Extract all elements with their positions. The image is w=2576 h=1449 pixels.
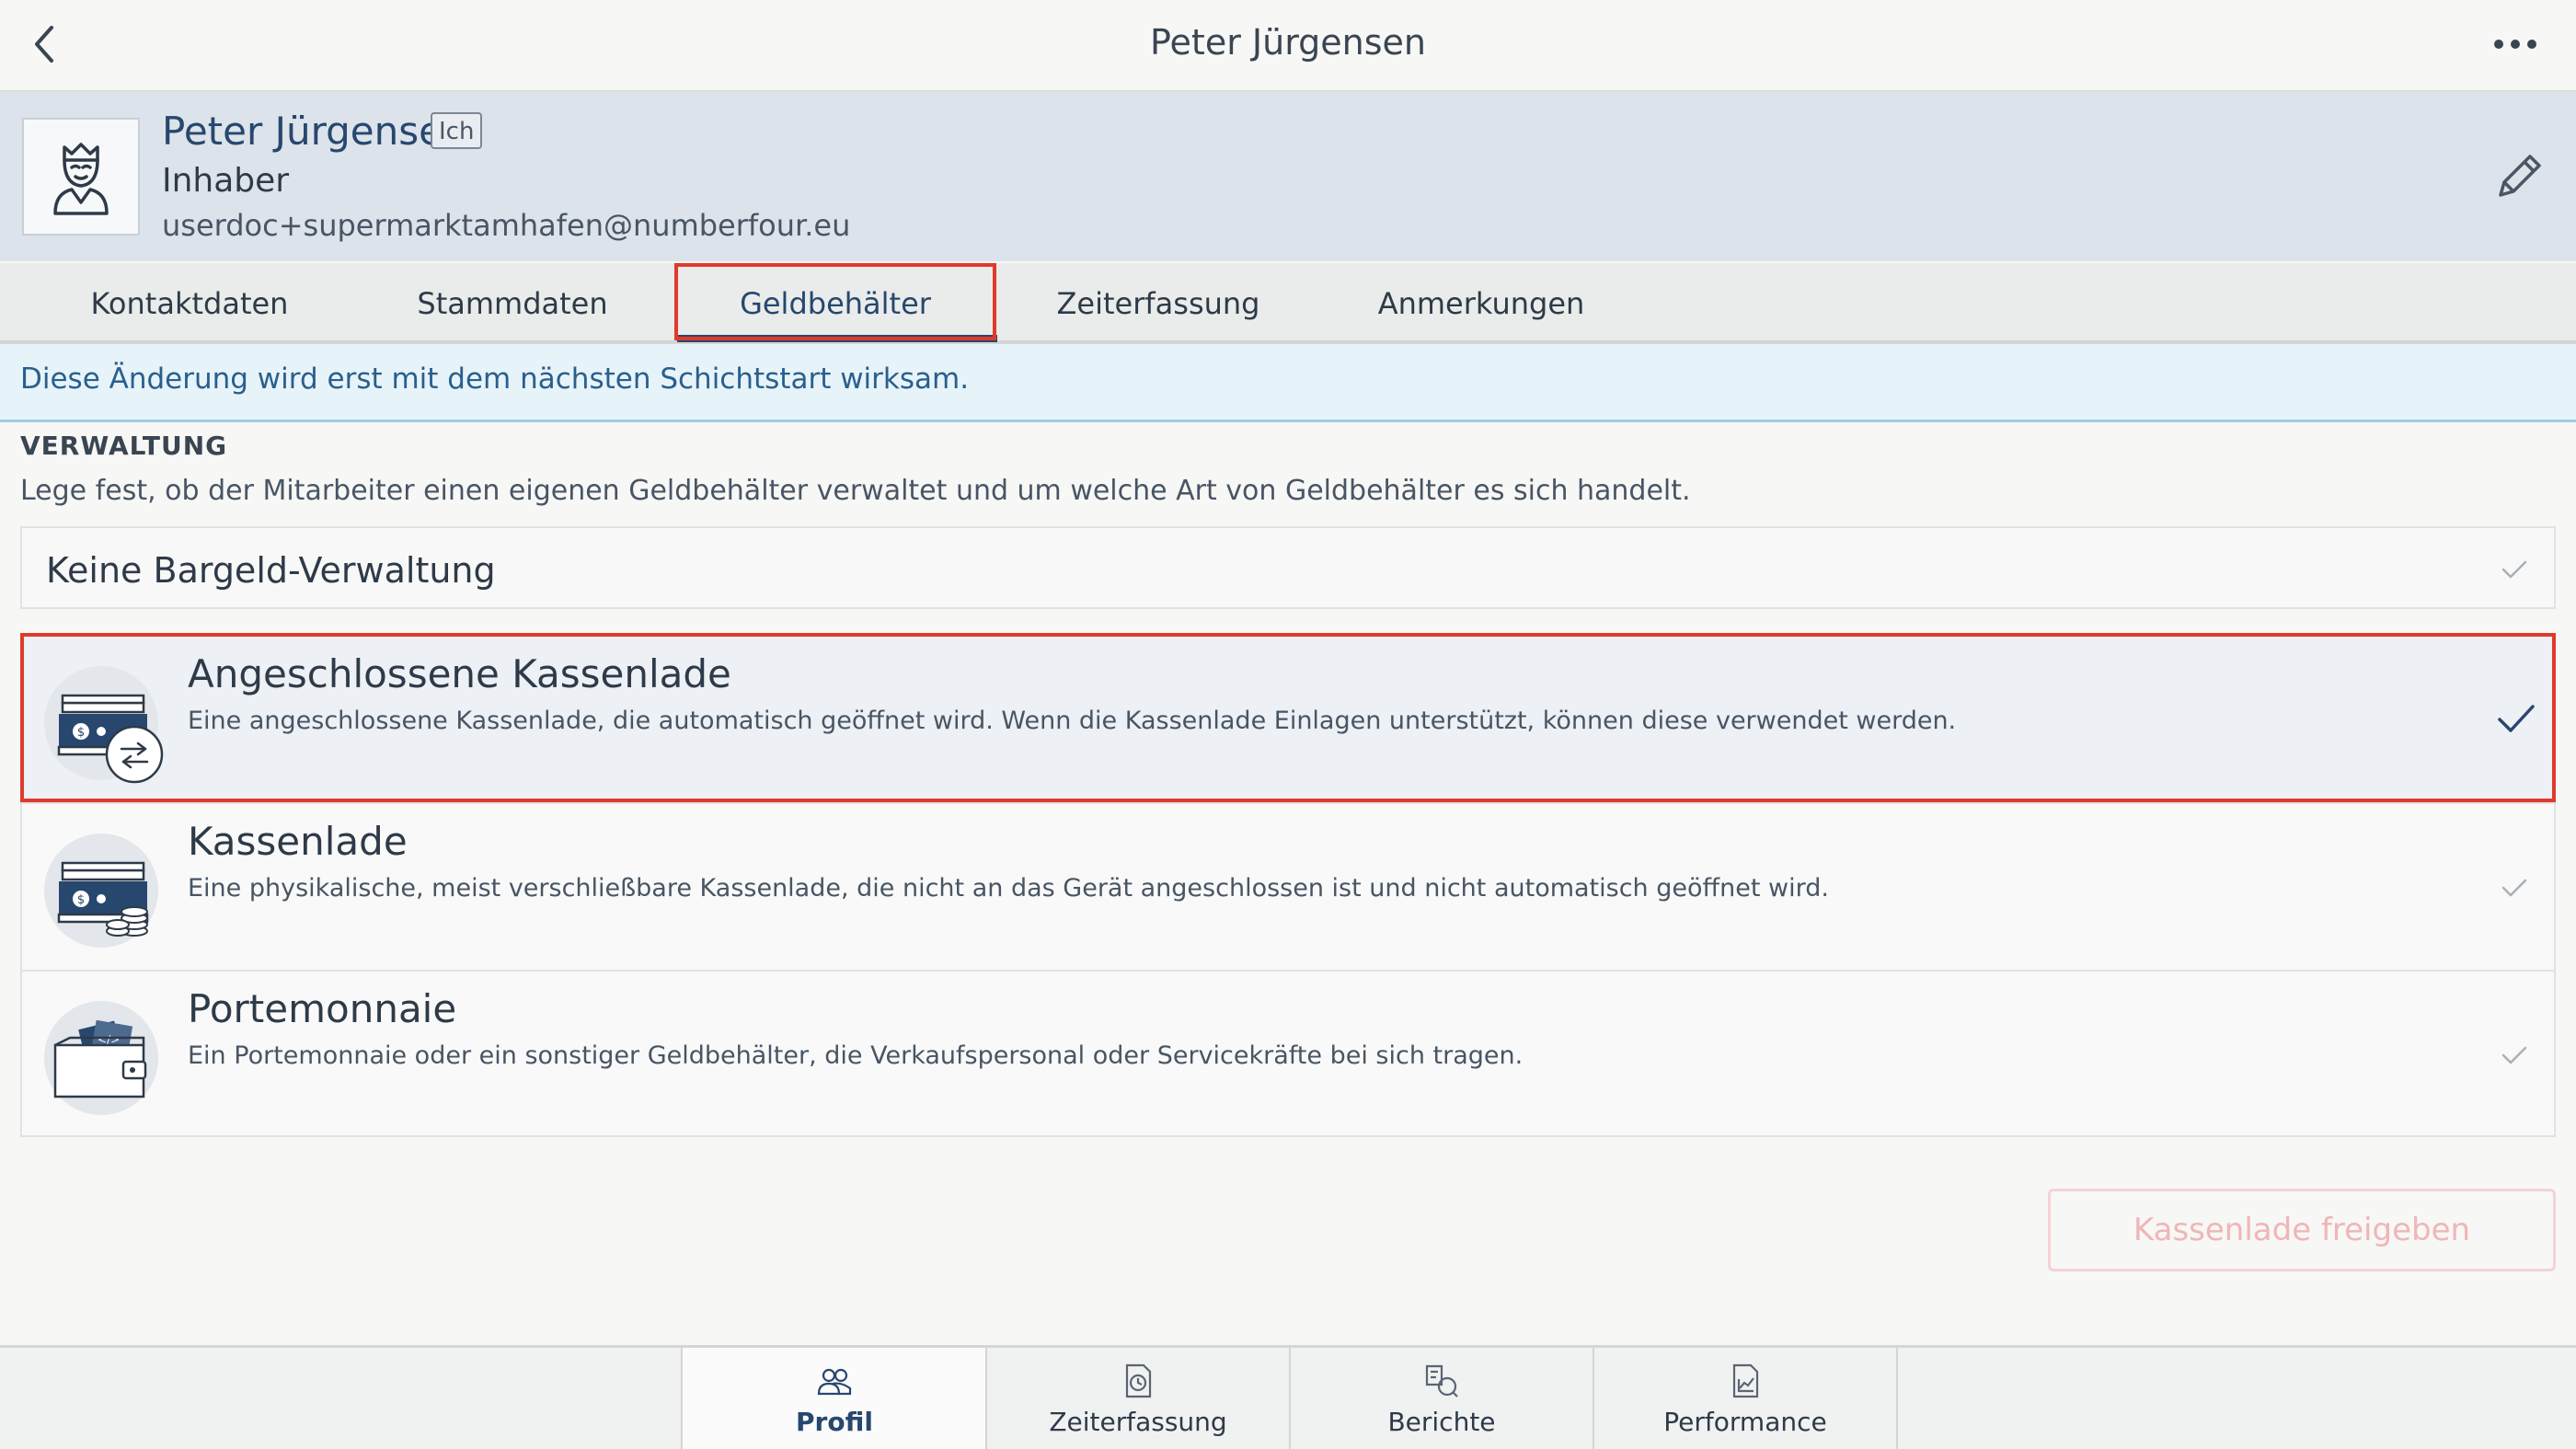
release-cash-drawer-button[interactable]: Kassenlade freigeben (2048, 1189, 2556, 1271)
bottom-tab-bar: Profil Zeiterfassung Berichte Performanc… (0, 1345, 2576, 1449)
tab-anmerkungen[interactable]: Anmerkungen (1320, 263, 1642, 340)
profile-name: Peter Jürgensen (162, 109, 467, 154)
selected-option-highlight-box (20, 633, 2556, 802)
check-icon (2501, 879, 2527, 897)
tab-zeiterfassung[interactable]: Zeiterfassung (997, 263, 1319, 340)
option-no-cash-management[interactable]: Keine Bargeld-Verwaltung (20, 526, 2556, 609)
reports-icon (1425, 1364, 1458, 1397)
chart-document-icon (1732, 1363, 1759, 1398)
cash-drawer-icon: $ (44, 834, 158, 948)
tab-bar: Kontaktdaten Stammdaten Geldbehälter Zei… (0, 263, 2576, 344)
bottom-tab-label: Performance (1663, 1407, 1827, 1437)
avatar (22, 118, 140, 236)
pencil-icon (2499, 155, 2541, 197)
user-avatar-icon (53, 143, 109, 215)
people-icon (817, 1368, 852, 1396)
bottom-tab-label: Profil (796, 1407, 873, 1437)
tab-separator (1896, 1348, 1898, 1449)
section-description: Lege fest, ob der Mitarbeiter einen eige… (20, 475, 1691, 507)
bottom-tab-profil[interactable]: Profil (683, 1348, 986, 1449)
option-title: Portemonnaie (188, 986, 457, 1031)
me-badge: Ich (431, 112, 483, 149)
bottom-tab-performance[interactable]: Performance (1593, 1348, 1897, 1449)
wallet-icon: </> (44, 1001, 158, 1115)
profile-email: userdoc+supermarktamhafen@numberfour.eu (162, 208, 851, 243)
tab-stammdaten[interactable]: Stammdaten (351, 263, 673, 340)
bottom-tab-label: Zeiterfassung (1049, 1407, 1227, 1437)
option-wallet[interactable]: </> Portemonnaie Ein Portemonnaie oder e… (22, 972, 2554, 1139)
svg-text:$: $ (77, 893, 85, 907)
bottom-tab-berichte[interactable]: Berichte (1290, 1348, 1593, 1449)
more-dots-icon (2494, 40, 2536, 49)
top-navigation-bar: Peter Jürgensen (0, 0, 2576, 92)
section-title: VERWALTUNG (20, 431, 228, 461)
info-banner: Diese Änderung wird erst mit dem nächste… (0, 344, 2576, 422)
option-title: Kassenlade (188, 819, 408, 864)
check-icon (2501, 1046, 2527, 1064)
option-cash-drawer[interactable]: $ Kassenlade Eine physikalische, meist v… (22, 804, 2554, 972)
option-description: Eine physikalische, meist verschließbare… (188, 874, 1829, 903)
bottom-tab-zeiterfassung[interactable]: Zeiterfassung (986, 1348, 1290, 1449)
tab-kontaktdaten[interactable]: Kontaktdaten (29, 263, 351, 340)
page-title: Peter Jürgensen (1149, 22, 1426, 63)
more-options-button[interactable] (2488, 24, 2543, 64)
option-description: Ein Portemonnaie oder ein sonstiger Geld… (188, 1041, 1524, 1070)
profile-role: Inhaber (162, 162, 290, 200)
profile-header: Peter Jürgensen Ich Inhaber userdoc+supe… (0, 92, 2576, 261)
bottom-tab-label: Berichte (1387, 1407, 1496, 1437)
tab-highlight-box (674, 263, 996, 340)
clock-document-icon (1125, 1363, 1152, 1398)
option-label: Keine Bargeld-Verwaltung (46, 550, 496, 591)
check-icon (2501, 560, 2527, 579)
info-text: Diese Änderung wird erst mit dem nächste… (20, 362, 970, 396)
edit-profile-button[interactable] (2490, 147, 2548, 206)
